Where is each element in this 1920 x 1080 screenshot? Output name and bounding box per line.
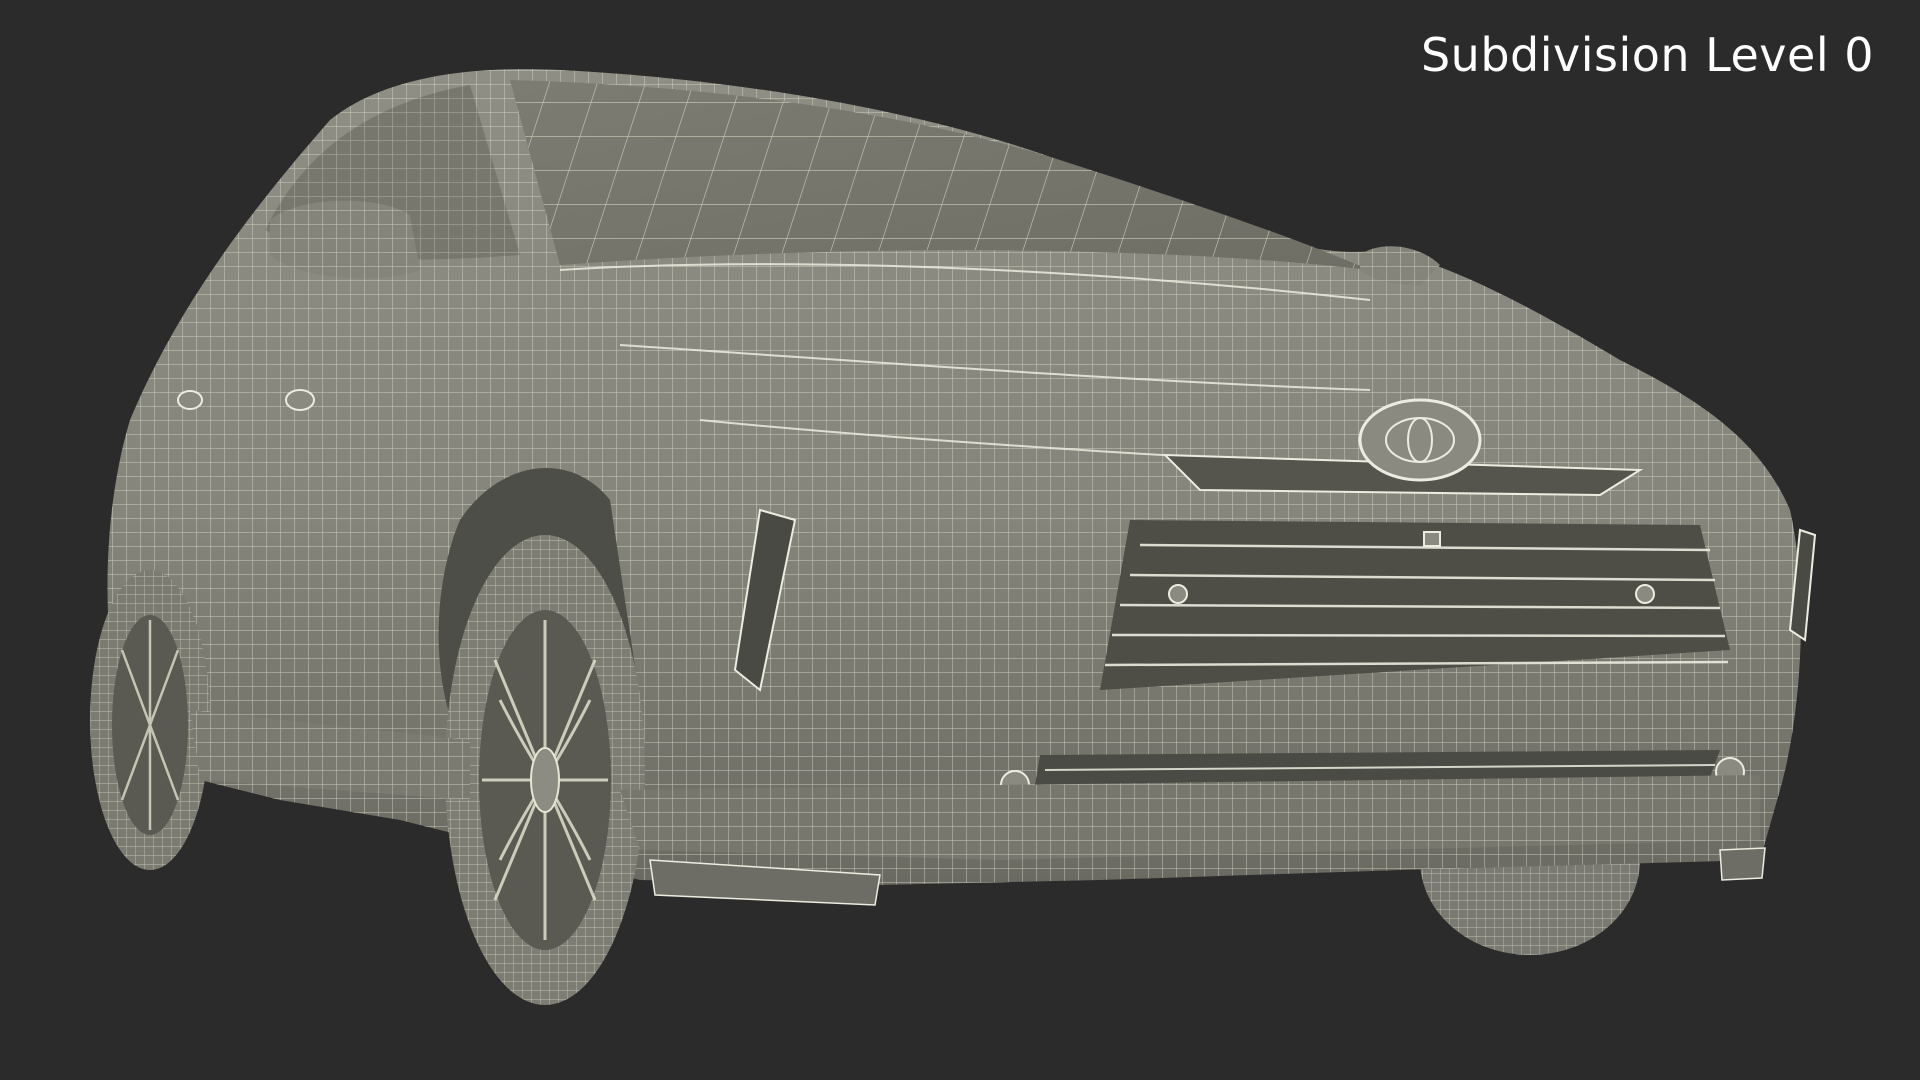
subdivision-level-label: Subdivision Level 0 <box>1420 28 1874 82</box>
grille-sensor-left <box>1168 584 1188 604</box>
brand-emblem <box>1358 398 1482 482</box>
grille-camera <box>1423 531 1441 547</box>
grille-sensor-right <box>1635 584 1655 604</box>
windshield <box>510 80 1370 270</box>
front-left-wheel <box>445 535 645 1005</box>
viewport: Subdivision Level 0 <box>0 0 1920 1080</box>
car-wireframe-render <box>90 69 1817 1005</box>
mirror-left <box>270 200 420 279</box>
